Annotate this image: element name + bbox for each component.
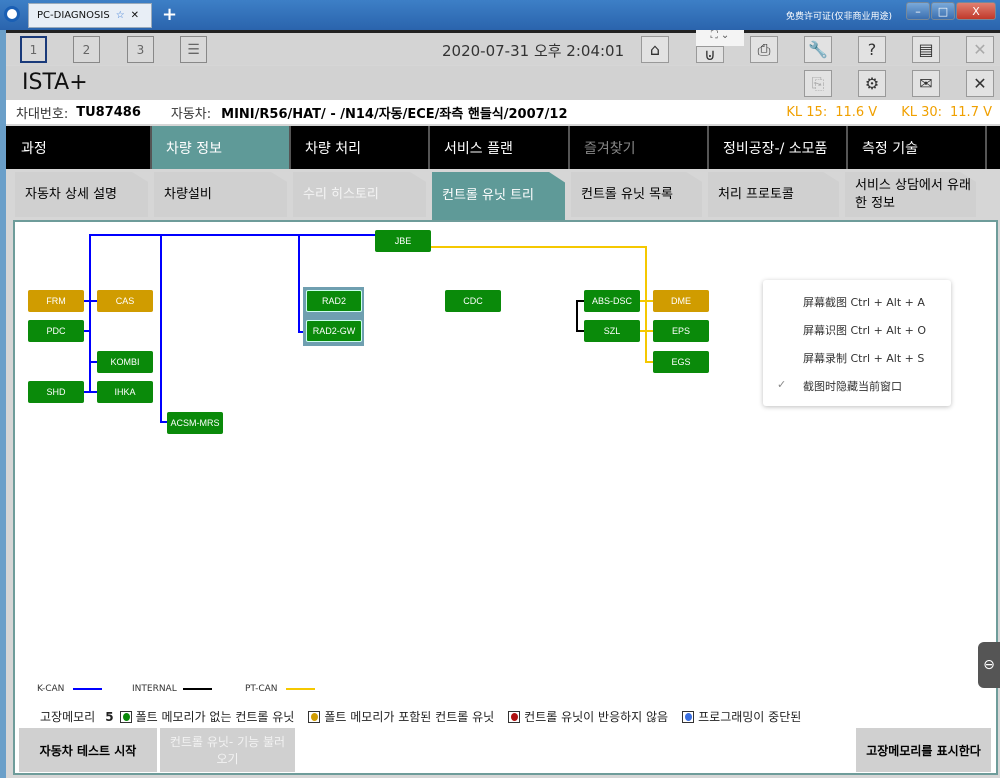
fault-memory-label: 고장메모리 bbox=[40, 710, 96, 724]
legend-prog-aborted: 프로그래밍이 중단된 bbox=[698, 710, 802, 724]
ecu-ihka[interactable]: IHKA bbox=[97, 381, 153, 403]
ecu-rad2-gw[interactable]: RAD2-GW bbox=[306, 320, 362, 342]
ecu-cas[interactable]: CAS bbox=[97, 290, 153, 312]
ecu-szl[interactable]: SZL bbox=[584, 320, 640, 342]
legend-no-fault: 폴트 메모리가 없는 컨트롤 유닛 bbox=[135, 710, 295, 724]
side-handle-icon[interactable]: ⊖ bbox=[978, 642, 1000, 688]
ecu-abs-dsc[interactable]: ABS-DSC bbox=[584, 290, 640, 312]
ecu-egs[interactable]: EGS bbox=[653, 351, 709, 373]
ecu-shd[interactable]: SHD bbox=[28, 381, 84, 403]
ecu-kombi[interactable]: KOMBI bbox=[97, 351, 153, 373]
yellow-status-icon bbox=[308, 710, 321, 723]
legend-ptcan: PT-CAN bbox=[245, 684, 278, 694]
menu-item-ocr[interactable]: 屏幕识图 Ctrl + Alt + O bbox=[803, 322, 926, 338]
ecu-frm[interactable]: FRM bbox=[28, 290, 84, 312]
legend-kcan: K-CAN bbox=[37, 684, 65, 694]
red-status-icon bbox=[508, 710, 521, 723]
ecu-dme[interactable]: DME bbox=[653, 290, 709, 312]
menu-item-hide-window[interactable]: 截图时隐藏当前窗口 bbox=[803, 378, 902, 394]
check-icon: ✓ bbox=[777, 378, 787, 391]
show-fault-memory-button[interactable]: 고장메모리를 표시한다 bbox=[856, 728, 991, 772]
legend-with-fault: 폴트 메모리가 포함된 컨트롤 유닛 bbox=[324, 710, 495, 724]
green-status-icon bbox=[119, 710, 132, 723]
fault-memory-legend: 고장메모리 5 폴트 메모리가 없는 컨트롤 유닛 폴트 메모리가 포함된 컨트… bbox=[40, 708, 801, 725]
menu-item-record[interactable]: 屏幕录制 Ctrl + Alt + S bbox=[803, 350, 924, 366]
ecu-pdc[interactable]: PDC bbox=[28, 320, 84, 342]
start-vehicle-test-button[interactable]: 자동차 테스트 시작 bbox=[19, 728, 157, 772]
blue-status-icon bbox=[682, 710, 695, 723]
ecu-jbe[interactable]: JBE bbox=[375, 230, 431, 252]
menu-item-screenshot[interactable]: 屏幕截图 Ctrl + Alt + A bbox=[803, 294, 925, 310]
context-menu: 屏幕截图 Ctrl + Alt + A 屏幕识图 Ctrl + Alt + O … bbox=[763, 280, 951, 406]
ecu-acsm-mrs[interactable]: ACSM-MRS bbox=[167, 412, 223, 434]
fault-count: 5 bbox=[105, 709, 114, 724]
legend-internal: INTERNAL bbox=[132, 684, 177, 694]
legend-no-response: 컨트롤 유닛이 반응하지 않음 bbox=[524, 710, 669, 724]
ecu-cdc[interactable]: CDC bbox=[445, 290, 501, 312]
internal-line bbox=[576, 300, 584, 332]
call-ecu-functions-button[interactable]: 컨트롤 유닛- 기능 불러오기 bbox=[160, 728, 295, 772]
ecu-rad2[interactable]: RAD2 bbox=[306, 290, 362, 312]
ecu-eps[interactable]: EPS bbox=[653, 320, 709, 342]
